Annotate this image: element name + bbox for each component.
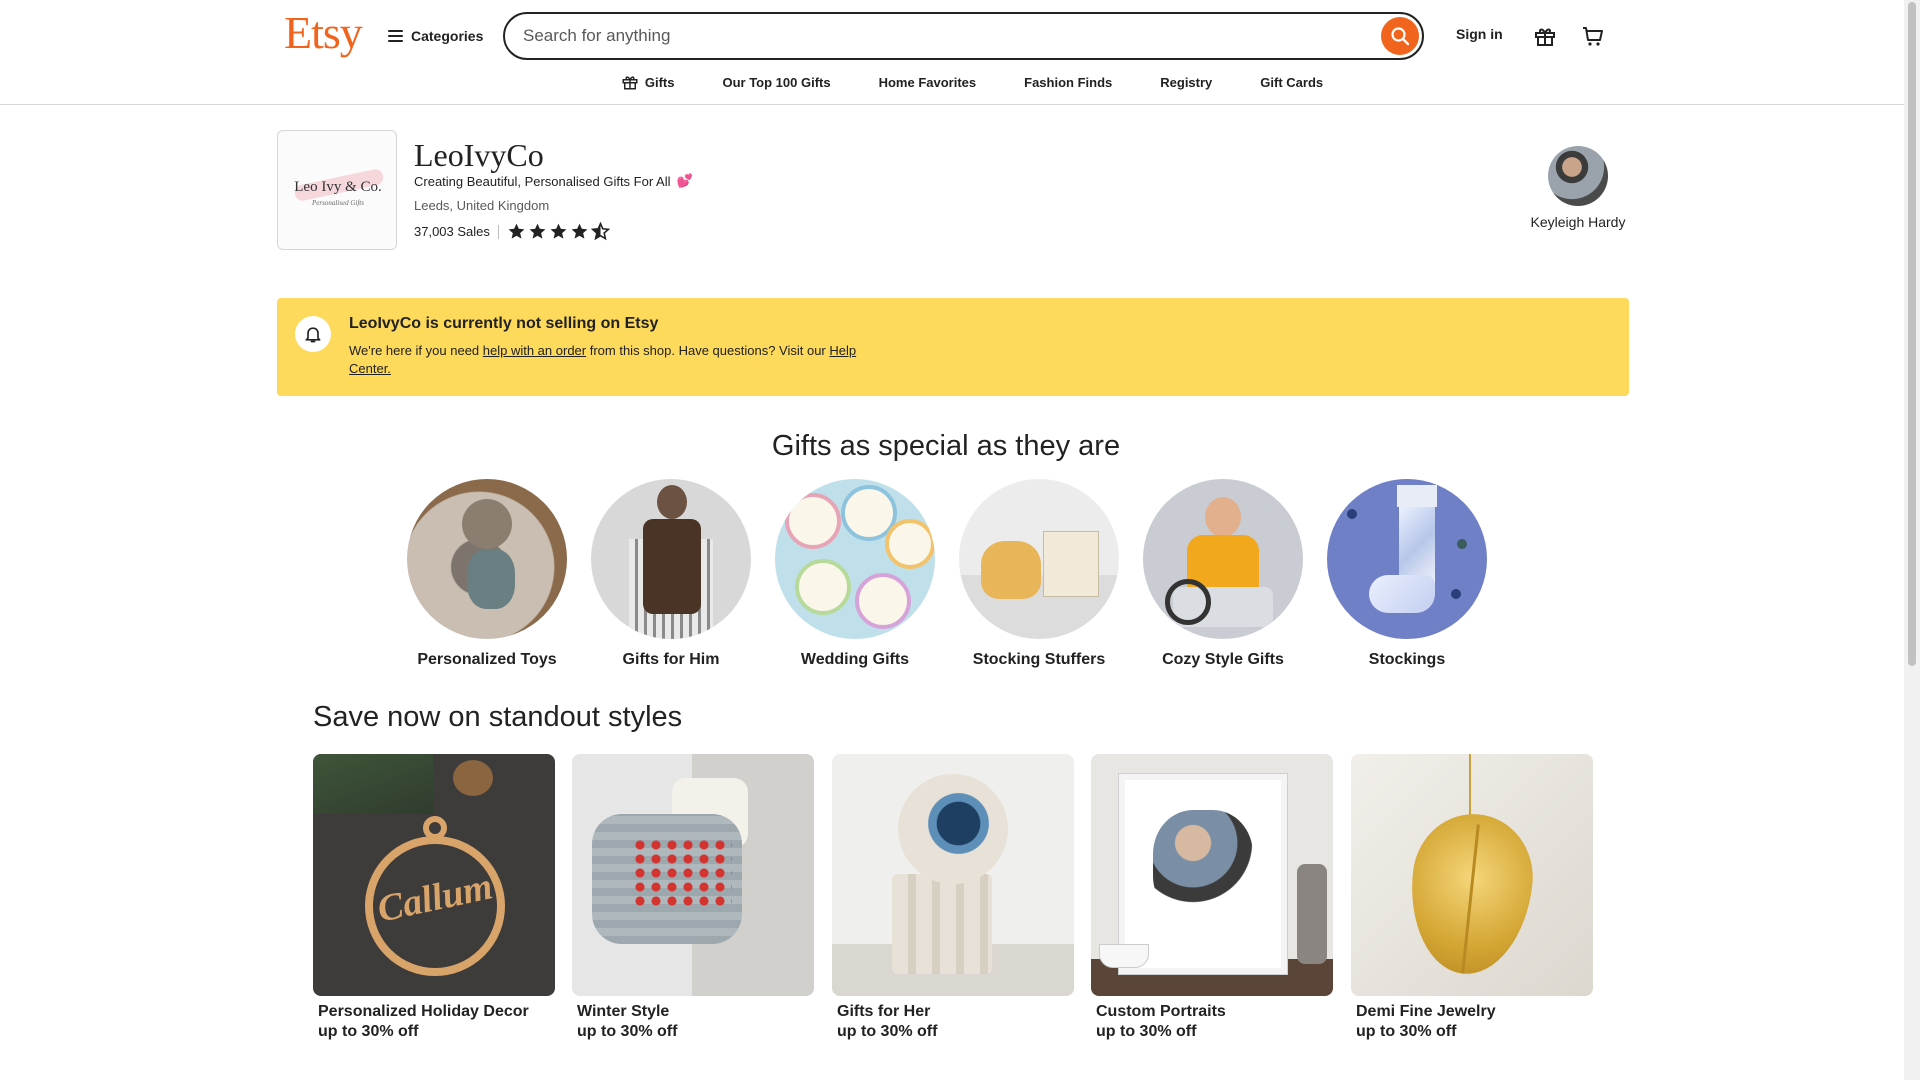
deal-card-demi-fine-jewelry[interactable]: Demi Fine Jewelry up to 30% off [1351, 754, 1593, 1042]
deal-card-winter-style[interactable]: Winter Style up to 30% off [572, 754, 814, 1042]
nav-item-label: Gifts [644, 74, 675, 90]
demi-fine-jewelry-image [1351, 754, 1593, 996]
circle-label: Stockings [1368, 651, 1446, 668]
stocking-stuffers-image [959, 479, 1119, 639]
alert-text: from this shop. Have questions? Visit ou… [586, 343, 830, 358]
deal-card-discount: up to 30% off [1356, 1023, 1457, 1040]
gifts-for-her-image [832, 754, 1074, 996]
custom-portraits-image [1091, 754, 1333, 996]
gift-category-gifts-for-him[interactable]: Gifts for Him [586, 479, 756, 669]
star-icon [571, 223, 588, 239]
cart-icon [1583, 27, 1603, 46]
page-scrollbar[interactable] [1904, 0, 1920, 1080]
shop-location: Leeds, United Kingdom [414, 198, 550, 213]
owner-avatar [1548, 146, 1608, 206]
wedding-gifts-image [775, 479, 935, 639]
shop-tagline: Creating Beautiful, Personalised Gifts F… [414, 173, 693, 189]
nav-item-gift-cards[interactable]: Gift Cards [1236, 70, 1347, 94]
deal-card-title: Personalized Holiday Decor [318, 1003, 529, 1020]
shop-logo-subtext: Personalised Gifts [312, 199, 364, 207]
deal-card-personalized-holiday-decor[interactable]: Callum Personalized Holiday Decor up to … [313, 754, 555, 1042]
gift-button[interactable] [1529, 20, 1561, 52]
search-button[interactable] [1381, 17, 1419, 55]
deal-card-discount: up to 30% off [1096, 1023, 1197, 1040]
hamburger-icon [388, 30, 403, 42]
shop-name: LeoIvyCo [414, 137, 544, 173]
circle-label: Personalized Toys [417, 651, 557, 668]
bell-icon-container [295, 316, 331, 352]
gifts-section-title: Gifts as special as they are [771, 430, 1121, 462]
circle-label: Gifts for Him [622, 651, 720, 668]
deal-card-custom-portraits[interactable]: Custom Portraits up to 30% off [1091, 754, 1333, 1042]
help-with-order-link[interactable]: help with an order [483, 343, 586, 358]
shop-owner[interactable]: Keyleigh Hardy [1528, 146, 1628, 230]
alert-body: We're here if you need help with an orde… [349, 342, 869, 378]
deal-card-discount: up to 30% off [318, 1023, 419, 1040]
circle-label: Cozy Style Gifts [1162, 651, 1284, 668]
deal-card-gifts-for-her[interactable]: Gifts for Her up to 30% off [832, 754, 1074, 1042]
gift-category-wedding-gifts[interactable]: Wedding Gifts [770, 479, 940, 669]
circle-label: Stocking Stuffers [972, 651, 1106, 668]
gift-category-cozy-style-gifts[interactable]: Cozy Style Gifts [1138, 479, 1308, 669]
shop-tagline-text: Creating Beautiful, Personalised Gifts F… [414, 173, 671, 189]
gift-category-personalized-toys[interactable]: Personalized Toys [402, 479, 572, 669]
nav-item-top-100-gifts[interactable]: Our Top 100 Gifts [698, 70, 854, 94]
holiday-decor-image: Callum [313, 754, 555, 996]
half-star-icon [590, 222, 610, 241]
star-icon [550, 223, 567, 239]
gift-icon [622, 76, 638, 90]
winter-style-image [572, 754, 814, 996]
hearts-emoji-icon: 💕 [676, 173, 693, 188]
shop-logo-text: Leo Ivy & Co. [294, 179, 382, 195]
divider [497, 224, 499, 239]
gifts-for-him-image [591, 479, 751, 639]
categories-label: Categories [411, 28, 484, 44]
star-icon [529, 223, 546, 239]
bell-icon [305, 327, 321, 343]
circle-label: Wedding Gifts [800, 651, 910, 668]
deal-card-discount: up to 30% off [577, 1023, 678, 1040]
deal-card-title: Custom Portraits [1096, 1003, 1226, 1020]
star-icon [508, 223, 525, 239]
deal-card-title: Demi Fine Jewelry [1356, 1003, 1496, 1020]
search-bar [503, 12, 1424, 60]
search-icon [1391, 27, 1410, 46]
nav-item-fashion-finds[interactable]: Fashion Finds [1000, 70, 1136, 94]
shop-sales-rating: 37,003 Sales [414, 222, 610, 241]
deal-card-title: Gifts for Her [837, 1003, 931, 1020]
category-nav: Gifts Our Top 100 Gifts Home Favorites F… [0, 70, 1904, 94]
gift-icon [1535, 28, 1555, 46]
cart-button[interactable] [1577, 20, 1609, 52]
owner-name: Keyleigh Hardy [1530, 214, 1626, 230]
nav-item-home-favorites[interactable]: Home Favorites [855, 70, 1001, 94]
stockings-image [1327, 479, 1487, 639]
personalized-toys-image [407, 479, 567, 639]
scrollbar-thumb[interactable] [1908, 2, 1916, 666]
nav-item-registry[interactable]: Registry [1136, 70, 1236, 94]
etsy-logo[interactable]: Etsy [284, 6, 363, 59]
deal-card-title: Winter Style [577, 1003, 670, 1020]
nav-item-gifts[interactable]: Gifts [597, 70, 699, 94]
site-header: Etsy Categories Sign in [0, 0, 1904, 105]
alert-title: LeoIvyCo is currently not selling on Ets… [349, 315, 659, 332]
shop-status-alert: LeoIvyCo is currently not selling on Ets… [277, 298, 1629, 396]
sign-in-link[interactable]: Sign in [1456, 26, 1503, 42]
gift-category-stocking-stuffers[interactable]: Stocking Stuffers [954, 479, 1124, 669]
gift-category-stockings[interactable]: Stockings [1322, 479, 1492, 669]
shop-logo[interactable]: Leo Ivy & Co. Personalised Gifts [277, 130, 397, 250]
deals-section-title: Save now on standout styles [313, 701, 683, 733]
deal-card-discount: up to 30% off [837, 1023, 938, 1040]
alert-text: We're here if you need [349, 343, 483, 358]
shop-sales-count: 37,003 Sales [414, 224, 490, 239]
categories-button[interactable]: Categories [388, 22, 483, 50]
cozy-style-gifts-image [1143, 479, 1303, 639]
star-rating[interactable] [507, 222, 610, 241]
search-input[interactable] [523, 14, 1343, 58]
